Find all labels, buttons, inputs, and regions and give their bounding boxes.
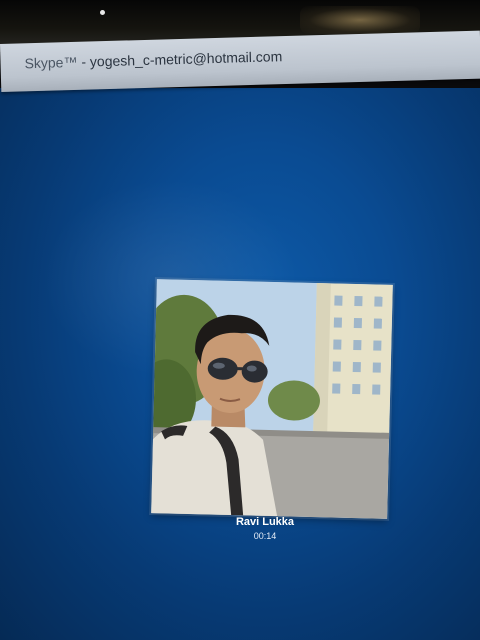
window-title: Skype™ - yogesh_c-metric@hotmail.com: [24, 48, 282, 71]
caller-avatar: [151, 279, 393, 519]
app-name: Skype™: [24, 53, 78, 72]
title-separator: -: [77, 53, 91, 70]
avatar-photo: [151, 279, 393, 519]
call-duration: 00:14: [253, 531, 277, 541]
bezel-light-dot: [100, 10, 105, 15]
caller-name: Ravi Lukka: [235, 516, 295, 528]
account-name: yogesh_c-metric@hotmail.com: [89, 48, 283, 70]
bezel-reflection: [300, 6, 420, 34]
